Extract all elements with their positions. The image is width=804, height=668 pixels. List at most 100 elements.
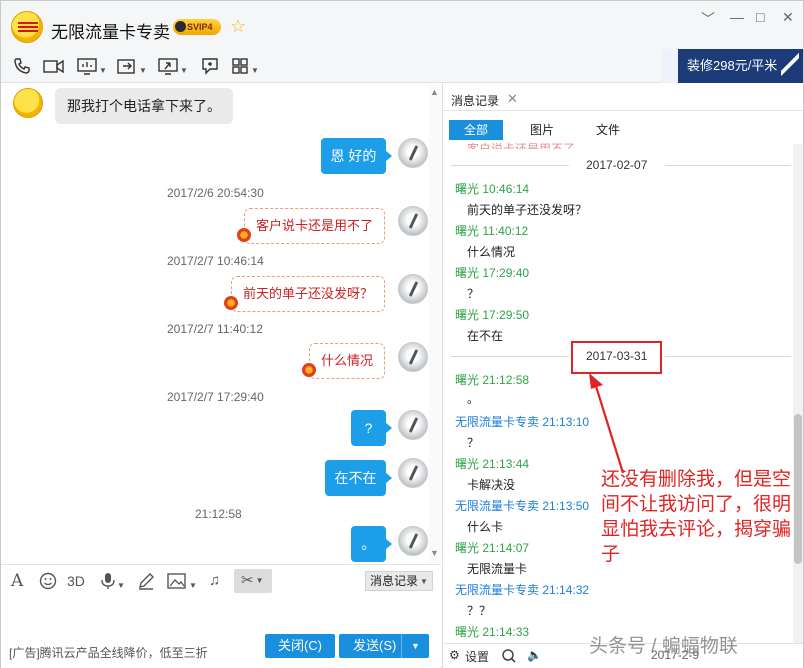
history-message: 无限流量卡 [467,562,528,576]
date-divider [665,356,791,357]
filter-files[interactable]: 文件 [593,120,623,140]
settings-label[interactable]: 设置 [465,648,489,665]
chat-toolbar: ▼ ▼ ▼ ▼ 装修298元/平米 [1,49,803,83]
bubble-decoration-icon [237,228,251,242]
history-sender: 曙光 21:14:07 [455,541,530,555]
history-sender: 曙光 17:29:50 [455,308,530,322]
history-scrollbar[interactable] [793,144,803,644]
close-icon[interactable]: ✕ [507,91,518,107]
filter-images[interactable]: 图片 [527,120,557,140]
date-divider [451,356,569,357]
filter-all[interactable]: 全部 [449,120,503,140]
video-icon[interactable] [43,57,65,75]
contact-avatar-small[interactable] [13,88,43,118]
scissors-icon[interactable]: ✂ ▼ [241,572,264,590]
message-bubble: 客户说卡还是用不了 [244,208,385,244]
history-sender: 无限流量卡专卖 21:13:50 [455,499,590,513]
user-avatar[interactable] [398,274,428,304]
chat-scrollbar[interactable]: ▲ ▼ [429,85,441,563]
chat-window: 无限流量卡专卖 SVIP4 ☆ ﹀ — □ ✕ ▼ ▼ ▼ ▼ 装修298元/平… [0,0,804,668]
bubble-decoration-icon [224,296,238,310]
history-sender: 曙光 21:12:58 [455,373,530,387]
message-bubble: ? [351,410,392,446]
history-message: 卡解决没 [467,478,516,492]
message-history-button[interactable]: 消息记录 ▼ [365,571,433,591]
message-bubble: 什么情况 [309,343,385,379]
maximize-button[interactable]: □ [756,9,764,25]
image-icon[interactable]: ▼ [167,572,197,595]
history-sender: 曙光 21:14:33 [455,625,530,639]
history-sender: 曙光 10:46:14 [455,182,530,196]
speaker-icon[interactable]: 🔈 [527,648,542,662]
screen-share-icon[interactable]: ▼ [77,57,107,75]
remote-desktop-icon[interactable]: ▼ [158,57,188,75]
dropdown-icon[interactable]: ﹀ [701,9,715,29]
emoji-icon[interactable] [39,572,57,595]
message-bubble: 前天的单子还没发呀？ [231,276,385,312]
history-sender: 无限流量卡专卖 21:14:32 [455,583,590,597]
message-timestamp: 2017/2/7 10:46:14 [167,254,264,268]
history-message: 前天的单子还没发呀？ [467,203,588,217]
message-bubble: 。 [351,526,392,562]
history-sender: 曙光 11:40:12 [455,224,529,238]
search-icon[interactable] [501,648,517,667]
history-message: 在不在 [467,329,504,343]
message-timestamp: 2017/2/7 17:29:40 [167,390,264,404]
history-message: 。 [467,392,480,406]
music-icon[interactable]: ♫ [209,572,220,590]
history-message: 什么卡 [467,520,504,534]
chat-icon[interactable] [201,57,219,75]
ad-banner[interactable]: 装修298元/平米 [661,49,803,83]
bubble-decoration-icon [302,363,316,377]
pen-icon[interactable] [137,572,155,595]
3d-icon[interactable]: 3D [67,572,85,590]
message-bubble: 在不在 [325,460,392,496]
close-window-button[interactable]: ✕ [782,9,794,26]
input-toolbar: A 3D ▼ ▼ ♫ ✂ ▼ 消息记录 ▼ [1,564,441,596]
apps-icon[interactable]: ▼ [231,57,259,75]
history-message: ？？ [467,604,492,618]
scroll-up-icon[interactable]: ▲ [430,87,439,97]
user-avatar[interactable] [398,206,428,236]
chat-pane: 那我打个电话拿下来了。 恩 好的 2017/2/6 20:54:30 客户说卡还… [1,84,441,564]
phone-icon[interactable] [13,57,31,75]
watermark: 头条号 / 蝙蝠物联 [589,636,738,657]
bottom-bar: [广告]腾讯云产品全线降价，低至三折 关闭(C) 发送(S) ▼ [1,626,441,668]
history-sender: 无限流量卡专卖 21:13:10 [455,415,590,429]
ad-link[interactable]: [广告]腾讯云产品全线降价，低至三折 [9,644,208,661]
voice-icon[interactable]: ▼ [101,572,125,595]
message-timestamp: 2017/2/7 11:40:12 [167,322,263,336]
star-icon[interactable]: ☆ [230,16,246,37]
date-divider [451,165,569,166]
history-date: 2017-02-07 [586,158,648,172]
history-sender: 曙光 21:13:44 [455,457,530,471]
file-transfer-icon[interactable]: ▼ [117,57,147,75]
message-timestamp: 21:12:58 [195,507,242,521]
history-sender: 曙光 17:29:40 [455,266,530,280]
annotation-text: 还没有删除我，但是空间不让我访问了，很明显怕我去评论，揭穿骗子 [601,468,792,565]
scroll-down-icon[interactable]: ▼ [430,548,439,558]
tab-message-history[interactable]: 消息记录 [451,92,499,109]
user-avatar[interactable] [398,410,428,440]
user-avatar[interactable] [398,458,428,488]
contact-name[interactable]: 无限流量卡专卖 [51,18,170,43]
message-bubble: 那我打个电话拿下来了。 [55,88,233,124]
date-divider [665,165,791,166]
title-bar: 无限流量卡专卖 SVIP4 ☆ ﹀ — □ ✕ [1,1,803,49]
annotation-arrow [589,373,625,474]
svip-badge[interactable]: SVIP4 [173,19,221,35]
user-avatar[interactable] [398,342,428,372]
history-message: 客户说卡还是用不了 [467,142,576,149]
history-message: 什么情况 [467,245,516,259]
message-bubble: 恩 好的 [321,138,392,174]
settings-icon[interactable]: ⚙ [449,648,460,662]
contact-avatar[interactable] [11,11,43,43]
minimize-button[interactable]: — [730,9,744,25]
user-avatar[interactable] [398,138,428,168]
user-avatar[interactable] [398,526,428,556]
send-button[interactable]: 发送(S) ▼ [339,634,429,658]
close-button[interactable]: 关闭(C) [265,634,335,658]
font-icon[interactable]: A [11,572,23,590]
history-message: ？ [467,287,480,301]
message-timestamp: 2017/2/6 20:54:30 [167,186,264,200]
